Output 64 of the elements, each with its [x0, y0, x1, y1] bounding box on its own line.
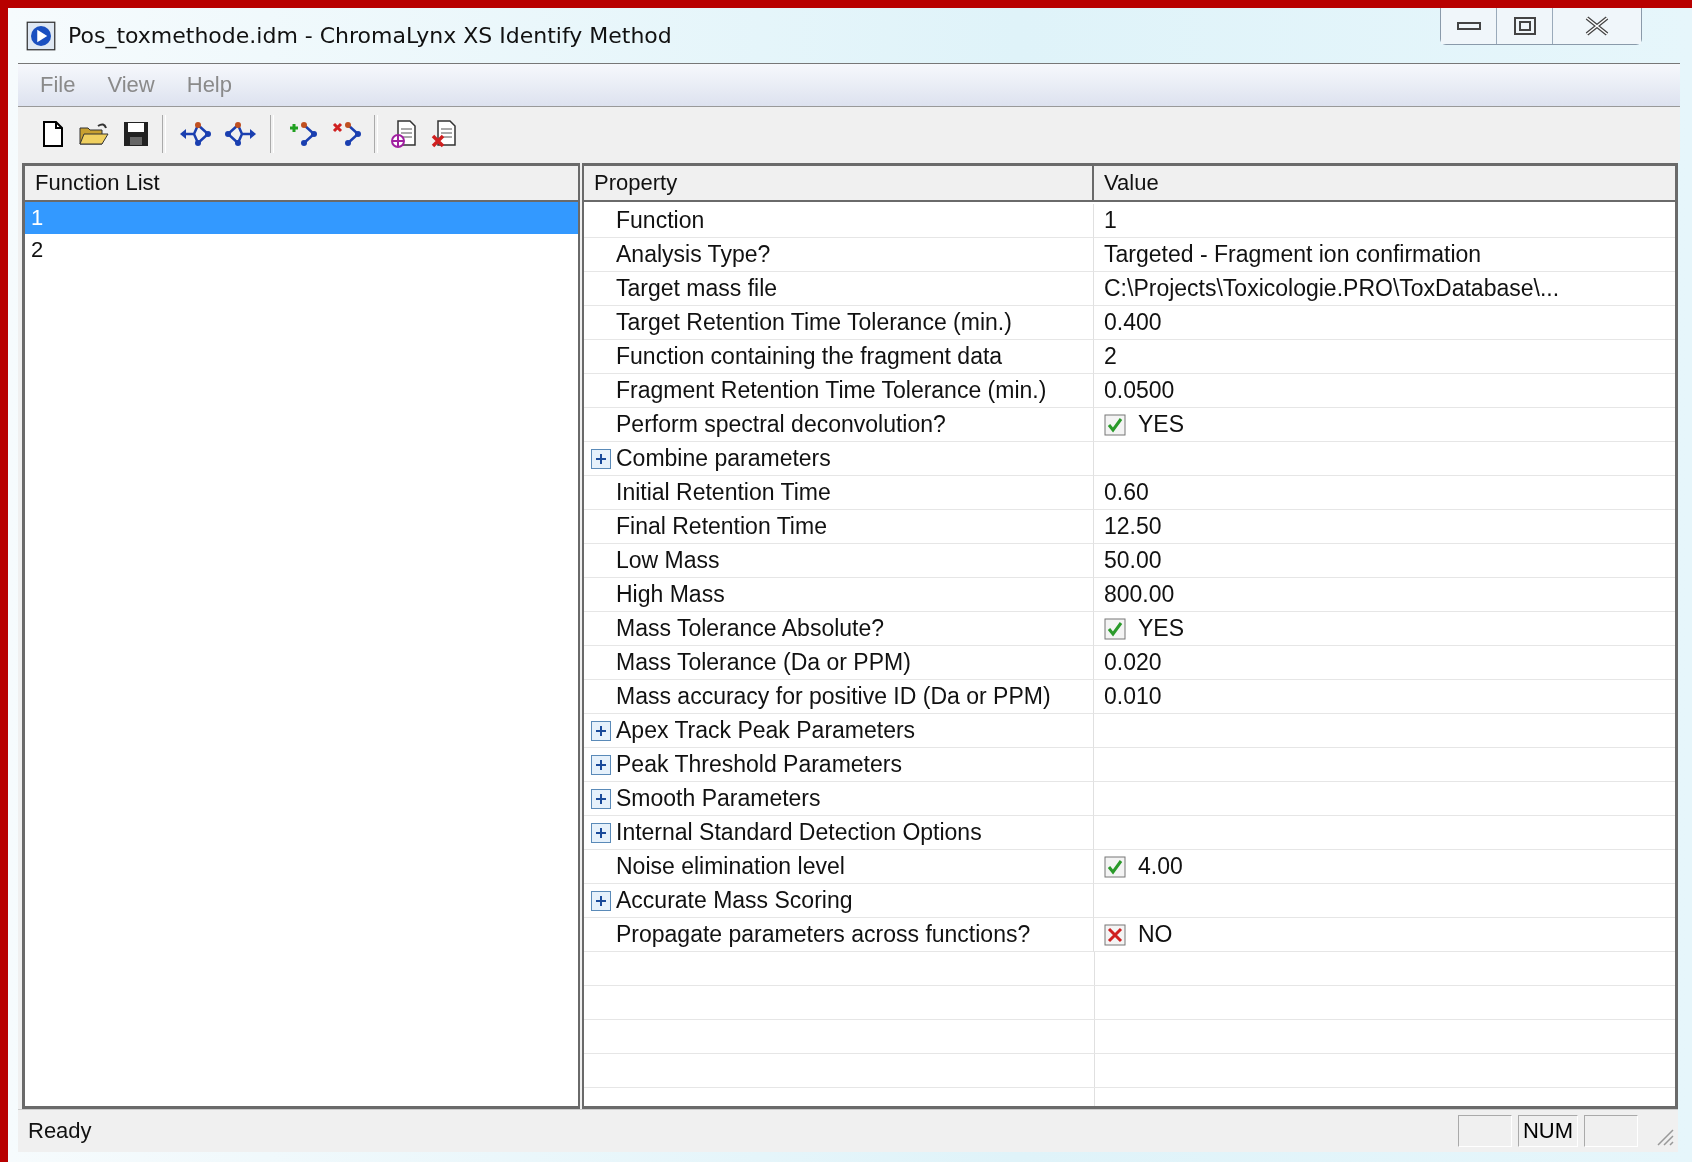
property-name: Internal Standard Detection Options	[616, 819, 982, 846]
play-icon	[26, 20, 56, 51]
unchecked-checkbox[interactable]	[1104, 923, 1126, 946]
property-name: Mass accuracy for positive ID (Da or PPM)	[616, 683, 1051, 710]
property-name: Perform spectral deconvolution?	[616, 411, 946, 438]
status-text: Ready	[28, 1118, 92, 1144]
expand-button[interactable]	[590, 447, 612, 470]
property-value: YES	[1138, 411, 1185, 438]
property-value: 800.00	[1104, 581, 1175, 608]
function-list-item[interactable]: 2	[25, 234, 578, 266]
expand-button[interactable]	[590, 787, 612, 810]
property-name: Mass Tolerance Absolute?	[616, 615, 885, 642]
close-button[interactable]	[1553, 8, 1641, 44]
property-value: NO	[1138, 921, 1173, 948]
property-name: Mass Tolerance (Da or PPM)	[616, 649, 911, 676]
checked-checkbox[interactable]	[1104, 413, 1126, 436]
maximize-button[interactable]	[1497, 8, 1553, 44]
property-name: Propagate parameters across functions?	[616, 921, 1031, 948]
property-value: 0.400	[1104, 309, 1162, 336]
property-value: 0.60	[1104, 479, 1149, 506]
property-name: Analysis Type?	[616, 241, 771, 268]
restore-icon	[1513, 17, 1536, 35]
property-name: Smooth Parameters	[616, 785, 821, 812]
window-title: Pos_toxmethode.idm - ChromaLynx XS Identify Method	[68, 23, 672, 48]
property-name: Target Retention Time Tolerance (min.)	[616, 309, 1012, 336]
property-value: 0.0500	[1104, 377, 1175, 404]
expand-button[interactable]	[590, 719, 612, 742]
property-value: 12.50	[1104, 513, 1162, 540]
property-name: Accurate Mass Scoring	[616, 887, 853, 914]
minimize-button[interactable]	[1441, 8, 1497, 44]
status-pane	[1457, 1115, 1512, 1147]
column-header[interactable]: Property	[584, 166, 1094, 202]
property-name: Apex Track Peak Parameters	[616, 717, 916, 744]
minimize-icon	[1456, 21, 1481, 31]
property-name: Initial Retention Time	[616, 479, 831, 506]
property-name: Combine parameters	[616, 445, 831, 472]
property-value: 50.00	[1104, 547, 1162, 574]
expand-button[interactable]	[590, 753, 612, 776]
close-icon	[1584, 16, 1610, 36]
property-value: 4.00	[1138, 853, 1183, 880]
property-value: Targeted - Fragment ion confirmation	[1104, 241, 1482, 268]
property-name: Peak Threshold Parameters	[616, 751, 902, 778]
expand-button[interactable]	[590, 821, 612, 844]
column-header[interactable]: Function List	[25, 166, 578, 202]
checked-checkbox[interactable]	[1104, 855, 1126, 878]
property-name: Fragment Retention Time Tolerance (min.)	[616, 377, 1047, 404]
property-name: High Mass	[616, 581, 725, 608]
property-value: C:\Projects\Toxicologie.PRO\ToxDatabase\...	[1104, 275, 1560, 302]
property-value: YES	[1138, 615, 1185, 642]
property-name: Function containing the fragment data	[616, 343, 1003, 370]
checked-checkbox[interactable]	[1104, 617, 1126, 640]
property-value: 0.010	[1104, 683, 1162, 710]
property-name: Function	[616, 207, 705, 234]
property-value: 2	[1104, 343, 1117, 370]
property-name: Final Retention Time	[616, 513, 827, 540]
property-name: Low Mass	[616, 547, 720, 574]
status-indicator: NUM	[1517, 1115, 1578, 1147]
property-value: 0.020	[1104, 649, 1162, 676]
status-pane	[1584, 1115, 1638, 1147]
property-name: Noise elimination level	[616, 853, 845, 880]
column-header[interactable]: Value	[1094, 166, 1675, 202]
property-value: 1	[1104, 207, 1117, 234]
property-name: Target mass file	[616, 275, 778, 302]
expand-button[interactable]	[590, 889, 612, 912]
